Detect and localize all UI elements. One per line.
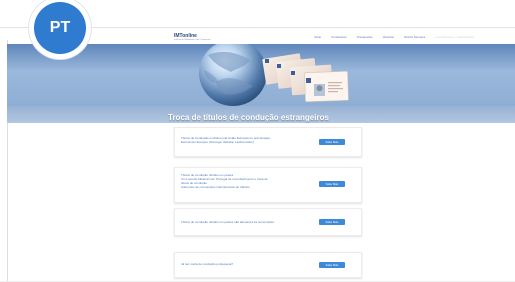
- nav-item-veiculos[interactable]: Veículos: [383, 35, 394, 39]
- main-nav: Início Condutores Transportes Veículos O…: [314, 35, 474, 39]
- language-badge: PT: [34, 2, 86, 54]
- saber-mais-button[interactable]: Saber Mais: [319, 219, 345, 225]
- hero-banner: [7, 44, 515, 123]
- saber-mais-button[interactable]: Saber Mais: [319, 139, 345, 145]
- card-text: Já tem carta de condução portuguesa?: [181, 262, 234, 266]
- logo-text: IMTonline: [174, 32, 197, 39]
- page: PT IMTonline Instituto da Mobilidade e d…: [0, 0, 515, 282]
- card-text: Títulos de condução obtidos em países Co…: [181, 173, 268, 189]
- license-stack: [262, 53, 349, 102]
- top-navigation: IMTonline Instituto da Mobilidade e dos …: [153, 29, 515, 44]
- card-text: Títulos de Condução emitidos pela União …: [181, 136, 271, 144]
- saber-mais-button[interactable]: Saber Mais: [319, 181, 345, 187]
- nav-item-transportes[interactable]: Transportes: [357, 35, 373, 39]
- saber-mais-button[interactable]: Saber Mais: [319, 262, 345, 268]
- nav-item-outros-servicos[interactable]: Outros Serviços: [404, 35, 425, 39]
- card-bilateral-licenses: Títulos de condução obtidos em países Co…: [174, 167, 362, 203]
- card-non-convention-licenses: Títulos de condução obtidos em países nã…: [174, 208, 362, 236]
- card-portuguese-license: Já tem carta de condução portuguesa? Sab…: [174, 252, 362, 278]
- page-title: Troca de títulos de condução estrangeiro…: [168, 113, 329, 122]
- nav-item-extra[interactable]: Licenciamento / Autorizações: [435, 35, 474, 39]
- card-eu-licenses: Títulos de Condução emitidos pela União …: [174, 127, 362, 157]
- site-logo[interactable]: IMTonline Instituto da Mobilidade e dos …: [174, 33, 314, 41]
- nav-item-inicio[interactable]: Início: [314, 35, 321, 39]
- card-text: Títulos de condução obtidos em países nã…: [181, 220, 275, 224]
- nav-item-condutores[interactable]: Condutores: [331, 35, 347, 39]
- logo-subtitle: Instituto da Mobilidade e dos Transporte…: [174, 38, 211, 41]
